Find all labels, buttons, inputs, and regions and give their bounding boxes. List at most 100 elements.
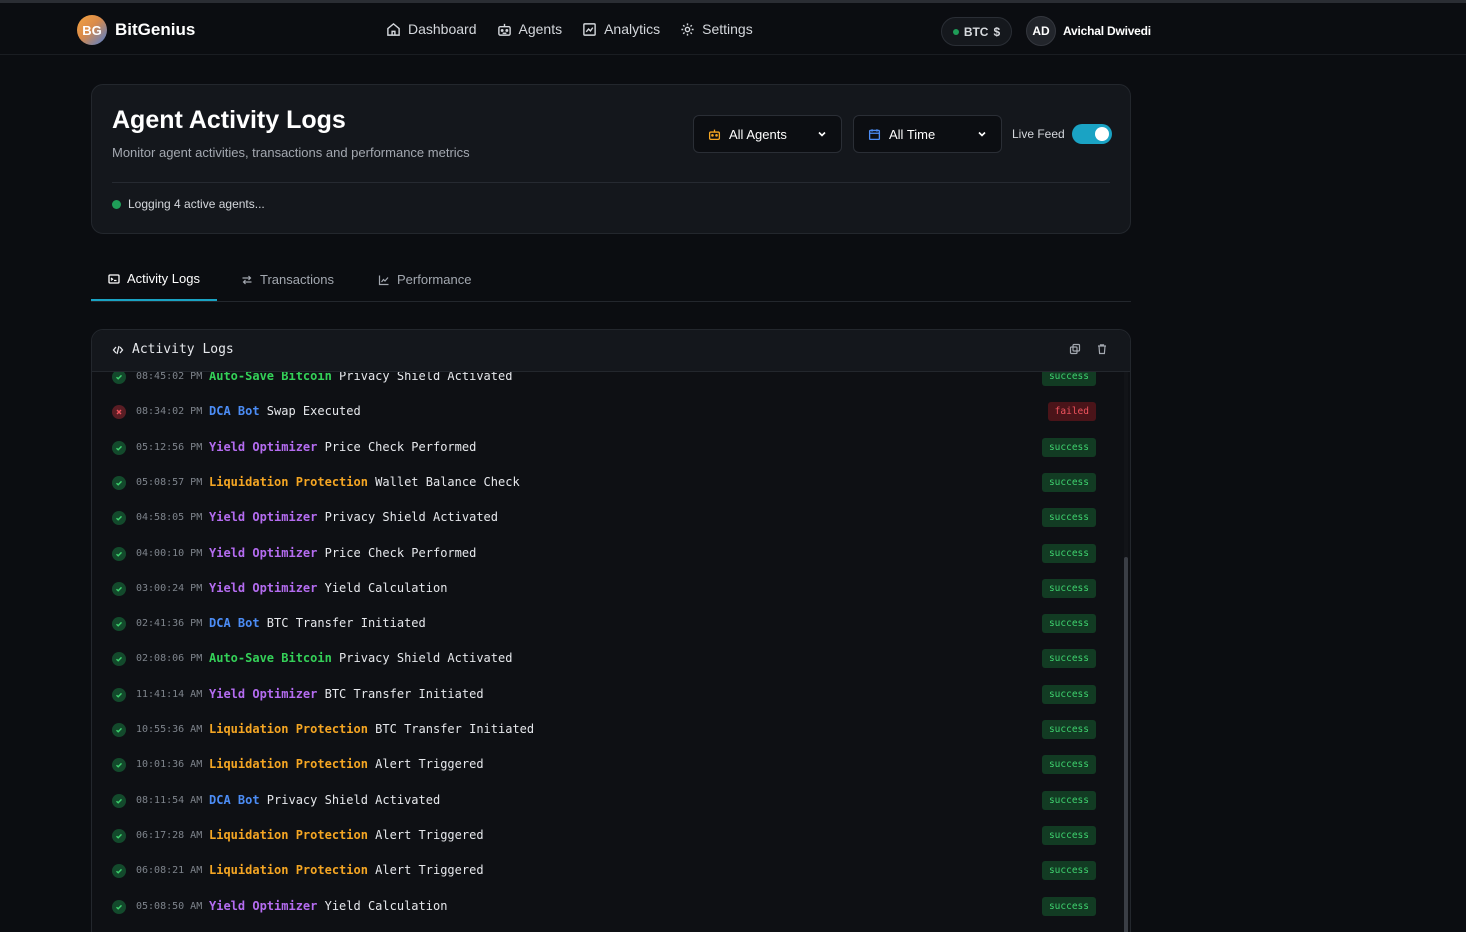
log-action: Alert Triggered <box>367 827 484 842</box>
agent-filter-value: All Agents <box>729 126 787 142</box>
time-filter-value: All Time <box>889 126 936 142</box>
log-row[interactable]: 06:08:21 AM Liquidation Protection Alert … <box>92 854 1122 889</box>
code-icon <box>112 345 124 354</box>
robot-icon <box>708 129 721 140</box>
log-row[interactable]: 05:08:57 PM Liquidation Protection Wallet… <box>92 466 1122 501</box>
success-icon <box>112 864 126 879</box>
success-icon <box>112 617 126 632</box>
log-timestamp: 05:08:50 AM <box>136 900 203 912</box>
log-row[interactable]: 04:00:10 PM Yield Optimizer Price Check P… <box>92 537 1122 572</box>
copy-icon[interactable] <box>1069 343 1081 355</box>
success-icon <box>112 793 126 808</box>
success-icon <box>112 475 126 490</box>
brand[interactable]: BG BitGenius <box>77 15 195 45</box>
wallet-currency: BTC <box>963 24 989 39</box>
log-row[interactable]: 06:17:28 AM Liquidation Protection Alert … <box>92 819 1122 854</box>
tab-transactions-label: Transactions <box>260 272 334 287</box>
nav-agents-label: Agents <box>518 21 563 37</box>
log-timestamp: 10:01:36 AM <box>136 759 203 771</box>
log-message: Yield Optimizer Privacy Shield Activated <box>209 510 498 524</box>
avatar: AD <box>1026 16 1056 46</box>
log-message: Yield Optimizer Yield Calculation <box>209 899 447 913</box>
tab-activity-logs[interactable]: Activity Logs <box>91 258 217 301</box>
log-agent-name: Liquidation Protection <box>209 757 368 772</box>
log-row[interactable]: 10:55:36 AM Liquidation Protection BTC Tr… <box>92 713 1122 748</box>
log-timestamp: 10:55:36 AM <box>136 724 203 735</box>
log-message: DCA Bot BTC Transfer Initiated <box>209 616 426 630</box>
log-agent-name: Liquidation Protection <box>209 863 368 878</box>
log-row[interactable]: 10:01:36 AM Liquidation Protection Alert … <box>92 748 1122 783</box>
nav-agents[interactable]: Agents <box>497 21 563 37</box>
tab-activity-logs-label: Activity Logs <box>127 271 200 286</box>
log-agent-name: DCA Bot <box>209 404 260 419</box>
log-message: Yield Optimizer Price Check Performed <box>209 546 476 560</box>
wallet-status-dot <box>952 28 959 35</box>
time-filter-dropdown[interactable]: All Time <box>853 115 1002 153</box>
log-row[interactable]: 11:41:14 AM Yield Optimizer BTC Transfer … <box>92 678 1122 713</box>
log-agent-name: Liquidation Protection <box>209 474 368 489</box>
log-row[interactable]: 08:11:54 AM DCA Bot Privacy Shield Activa… <box>92 784 1122 819</box>
log-timestamp: 08:11:54 AM <box>136 794 203 806</box>
nav-dashboard[interactable]: Dashboard <box>386 21 477 37</box>
nav-analytics[interactable]: Analytics <box>582 21 660 37</box>
header-divider <box>112 182 1110 183</box>
log-action: Alert Triggered <box>367 757 484 772</box>
success-icon <box>112 758 126 773</box>
status-badge: success <box>1041 543 1096 563</box>
log-message: Liquidation Protection Alert Triggered <box>209 828 484 842</box>
log-agent-name: Liquidation Protection <box>209 827 368 842</box>
live-feed-label: Live Feed <box>1012 127 1065 141</box>
log-action: Privacy Shield Activated <box>259 792 441 807</box>
log-agent-name: Yield Optimizer <box>209 580 318 595</box>
live-feed-toggle[interactable] <box>1071 124 1112 144</box>
user-menu[interactable]: AD Avichal Dwivedi <box>1026 16 1151 46</box>
tab-performance[interactable]: Performance <box>378 258 471 301</box>
log-message: Yield Optimizer Yield Calculation <box>209 581 447 595</box>
log-message: Auto-Save Bitcoin Privacy Shield Activat… <box>209 651 512 665</box>
log-action: BTC Transfer Initiated <box>317 686 484 701</box>
log-row[interactable]: 08:34:02 PM DCA Bot Swap Executed failed <box>92 395 1122 430</box>
success-icon <box>112 581 126 596</box>
log-row[interactable]: 05:08:50 AM Yield Optimizer Yield Calcula… <box>92 890 1122 925</box>
log-message: Liquidation Protection Alert Triggered <box>209 757 484 771</box>
trash-icon[interactable] <box>1096 343 1108 355</box>
home-icon <box>387 22 400 36</box>
log-timestamp: 04:00:10 PM <box>136 547 203 559</box>
toggle-knob <box>1094 127 1109 141</box>
status-badge: success <box>1041 372 1096 386</box>
log-timestamp: 02:08:06 PM <box>136 653 203 665</box>
chevron-down-icon <box>818 131 826 137</box>
log-message: Liquidation Protection Wallet Balance Ch… <box>209 475 520 489</box>
log-message: Auto-Save Bitcoin Privacy Shield Activat… <box>209 372 512 383</box>
log-list[interactable]: 08:45:02 PM Auto-Save Bitcoin Privacy Shi… <box>92 372 1130 932</box>
log-row[interactable]: 08:45:02 PM Auto-Save Bitcoin Privacy Shi… <box>92 372 1122 395</box>
log-action: Wallet Balance Check <box>367 474 520 489</box>
status-badge: success <box>1041 649 1096 669</box>
logging-status-text: Logging 4 active agents... <box>128 197 265 211</box>
logging-status: Logging 4 active agents... <box>112 197 265 211</box>
scrollbar-thumb[interactable] <box>1124 557 1128 932</box>
tab-transactions[interactable]: Transactions <box>241 258 334 301</box>
wallet-symbol: $ <box>993 24 1001 39</box>
nav-settings[interactable]: Settings <box>680 21 753 37</box>
agent-filter-dropdown[interactable]: All Agents <box>693 115 842 153</box>
log-message: DCA Bot Privacy Shield Activated <box>209 793 440 807</box>
log-row[interactable]: 03:00:24 PM Yield Optimizer Yield Calcula… <box>92 572 1122 607</box>
log-action: Price Check Performed <box>317 545 477 560</box>
log-action: Yield Calculation <box>317 580 448 595</box>
log-row[interactable]: 02:08:06 PM Auto-Save Bitcoin Privacy Shi… <box>92 642 1122 677</box>
log-row[interactable]: 02:41:36 PM DCA Bot BTC Transfer Initiate… <box>92 607 1122 642</box>
log-action: Privacy Shield Activated <box>317 510 498 525</box>
success-icon <box>112 511 126 526</box>
log-agent-name: DCA Bot <box>209 616 260 631</box>
log-action: Swap Executed <box>259 404 361 419</box>
log-timestamp: 08:34:02 PM <box>136 406 203 418</box>
status-badge: success <box>1041 472 1096 492</box>
wallet-balance-pill[interactable]: BTC $ <box>941 17 1012 46</box>
log-row[interactable]: 05:12:56 PM Yield Optimizer Price Check P… <box>92 431 1122 466</box>
status-badge: success <box>1041 614 1096 634</box>
log-message: Liquidation Protection Alert Triggered <box>209 863 484 877</box>
log-agent-name: Yield Optimizer <box>209 439 318 454</box>
log-row[interactable]: 04:58:05 PM Yield Optimizer Privacy Shiel… <box>92 501 1122 536</box>
success-icon <box>112 652 126 667</box>
